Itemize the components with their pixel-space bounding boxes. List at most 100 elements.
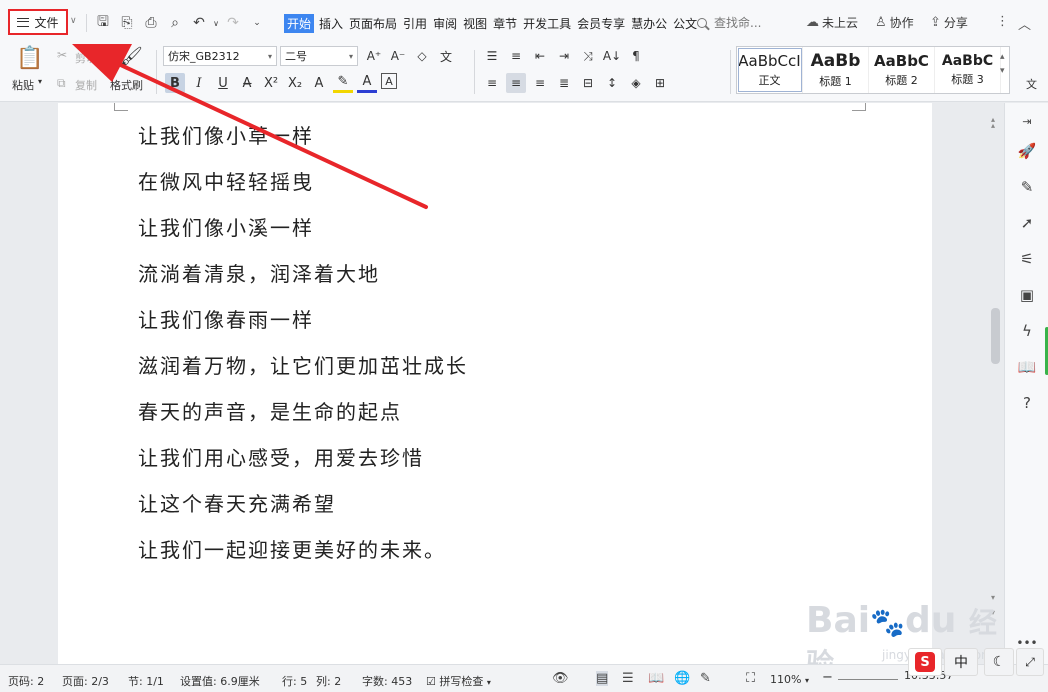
borders-icon[interactable]: ⊞ <box>650 73 670 93</box>
bold-button[interactable]: B <box>165 73 185 93</box>
fit-page-icon[interactable]: ⛶ <box>746 671 755 686</box>
help-icon[interactable]: ? <box>1017 393 1037 413</box>
paragraph[interactable]: 让我们像小溪一样 <box>138 213 468 259</box>
status-setting[interactable]: 设置值: 6.9厘米 <box>180 673 260 689</box>
tab-insert[interactable]: 插入 <box>318 14 344 33</box>
collapse-ribbon-button[interactable]: ︿ <box>1018 14 1031 33</box>
scissors-icon[interactable]: ✂ <box>57 48 67 62</box>
bullet-list-icon[interactable]: ☰ <box>482 46 502 66</box>
format-painter-label[interactable]: 格式刷 <box>110 77 143 93</box>
underline-button[interactable]: U <box>213 73 233 93</box>
scrollbar-thumb[interactable] <box>991 308 1000 364</box>
rocket-icon[interactable]: 🚀 <box>1017 141 1037 161</box>
strikethrough-button[interactable]: A̶ <box>237 73 257 93</box>
paste-icon[interactable]: 📋 <box>16 46 43 71</box>
undo-icon[interactable]: ↶ <box>187 13 211 33</box>
superscript-button[interactable]: X² <box>261 73 281 93</box>
font-name-select[interactable]: 仿宋_GB2312 ▾ <box>163 46 277 66</box>
tab-home[interactable]: 开始 <box>284 14 315 33</box>
zoom-out-button[interactable]: − <box>822 670 833 685</box>
copy-label[interactable]: 复制 <box>75 77 97 93</box>
paragraph[interactable]: 让我们像小草一样 <box>138 121 468 167</box>
text-direction-icon[interactable]: ⤨ <box>578 46 598 66</box>
decrease-indent-icon[interactable]: ⇤ <box>530 46 550 66</box>
highlight-color-button[interactable]: ✎ <box>333 73 353 93</box>
page-view-icon[interactable]: ▤ <box>596 671 609 686</box>
styles-scroll[interactable]: ▴ ▾ <box>1000 50 1005 78</box>
show-marks-icon[interactable]: ¶ <box>626 46 646 66</box>
tab-developer[interactable]: 开发工具 <box>522 14 572 33</box>
status-page[interactable]: 页码: 2 <box>8 673 44 689</box>
sidebar-collapse-icon[interactable]: ⇥ <box>1017 111 1037 131</box>
print-preview-icon[interactable]: ⌕ <box>163 13 187 33</box>
tab-page-layout[interactable]: 页面布局 <box>348 14 398 33</box>
style-heading-1[interactable]: AaBb 标题 1 <box>803 47 869 93</box>
increase-font-icon[interactable]: A⁺ <box>364 46 384 66</box>
paragraph[interactable]: 滋润着万物，让它们更加茁壮成长 <box>138 351 468 397</box>
print-icon[interactable]: ⎙ <box>139 13 163 33</box>
justify-icon[interactable]: ≣ <box>554 73 574 93</box>
increase-indent-icon[interactable]: ⇥ <box>554 46 574 66</box>
ime-fullscreen[interactable]: ⤢ <box>1016 648 1044 676</box>
zoom-slider[interactable] <box>838 679 898 680</box>
tab-review[interactable]: 审阅 <box>432 14 458 33</box>
scroll-up-icon[interactable]: ▴ <box>991 121 995 130</box>
align-right-icon[interactable]: ≡ <box>530 73 550 93</box>
customize-toolbar-icon[interactable]: ⌄ <box>245 13 269 33</box>
book-icon[interactable]: 📖 <box>1017 357 1037 377</box>
italic-button[interactable]: I <box>189 73 209 93</box>
status-pages[interactable]: 页面: 2/3 <box>62 673 109 689</box>
eye-protect-icon[interactable]: 👁 <box>552 671 569 686</box>
paste-dropdown-icon[interactable]: ▾ <box>38 77 42 86</box>
reading-view-icon[interactable]: 📖 <box>648 671 664 686</box>
numbered-list-icon[interactable]: ≡ <box>506 46 526 66</box>
document-page[interactable]: 让我们像小草一样 在微风中轻轻摇曳 让我们像小溪一样 流淌着清泉，润泽着大地 让… <box>58 103 932 664</box>
subscript-button[interactable]: X₂ <box>285 73 305 93</box>
file-menu-button[interactable]: 文件 <box>8 9 68 35</box>
zoom-level[interactable]: 110% ▾ <box>770 673 809 686</box>
align-center-icon[interactable]: ≡ <box>506 73 526 93</box>
pen-icon[interactable]: ✎ <box>1017 177 1037 197</box>
more-options-button[interactable]: ⋮ <box>996 14 1009 29</box>
clear-format-icon[interactable]: ◇ <box>412 46 432 66</box>
paragraph[interactable]: 让这个春天充满希望 <box>138 489 468 535</box>
copy-icon[interactable]: ⧉ <box>57 76 66 91</box>
ime-language-toggle[interactable]: 中 <box>944 648 978 676</box>
style-normal[interactable]: AaBbCcI 正文 <box>737 47 803 93</box>
paragraph[interactable]: 让我们像春雨一样 <box>138 305 468 351</box>
tab-official-doc[interactable]: 公文 <box>672 14 698 33</box>
text-effect-button[interactable]: A <box>309 73 329 93</box>
web-view-icon[interactable]: 🌐 <box>674 671 690 686</box>
export-pdf-icon[interactable]: ⎘ <box>115 13 139 33</box>
outline-view-icon[interactable]: ☰ <box>622 671 634 686</box>
cursor-icon[interactable]: ➚ <box>1017 213 1037 233</box>
align-left-icon[interactable]: ≡ <box>482 73 502 93</box>
chevron-up-icon[interactable]: ▴ <box>1000 50 1005 64</box>
style-heading-2[interactable]: AaBbC 标题 2 <box>869 47 935 93</box>
collaborate-button[interactable]: ♙ 协作 <box>875 14 914 31</box>
spellcheck-button[interactable]: ☑ 拼写检查 ▾ <box>426 673 491 689</box>
document-body[interactable]: 让我们像小草一样 在微风中轻轻摇曳 让我们像小溪一样 流淌着清泉，润泽着大地 让… <box>138 121 468 581</box>
status-wordcount[interactable]: 字数: 453 <box>362 673 412 689</box>
lightning-icon[interactable]: ϟ <box>1017 321 1037 341</box>
ime-night-mode[interactable]: ☾ <box>984 648 1014 676</box>
share-button[interactable]: ⇪ 分享 <box>930 14 968 31</box>
command-search[interactable]: 查找命... <box>697 14 761 31</box>
sogou-ime-logo[interactable]: S <box>908 648 942 676</box>
paste-label[interactable]: 粘贴 <box>12 77 34 93</box>
paragraph[interactable]: 让我们用心感受，用爱去珍惜 <box>138 443 468 489</box>
chevron-down-icon[interactable]: ▾ <box>1000 64 1005 78</box>
tab-references[interactable]: 引用 <box>402 14 428 33</box>
save-icon[interactable]: 🖫 <box>91 13 115 33</box>
image-edit-icon[interactable]: ▣ <box>1017 285 1037 305</box>
tab-smart-office[interactable]: 慧办公 <box>630 14 668 33</box>
line-spacing-icon[interactable]: ↕ <box>602 73 622 93</box>
tab-view[interactable]: 视图 <box>462 14 488 33</box>
redo-icon[interactable]: ↷ <box>221 13 245 33</box>
format-painter-icon[interactable]: 🖌 <box>120 46 143 67</box>
paragraph[interactable]: 流淌着清泉，润泽着大地 <box>138 259 468 305</box>
font-color-button[interactable]: A <box>357 73 377 93</box>
pinyin-guide-icon[interactable]: 文 <box>436 46 456 66</box>
style-heading-3[interactable]: AaBbC 标题 3 <box>935 47 1001 93</box>
sort-icon[interactable]: A↓ <box>602 46 622 66</box>
